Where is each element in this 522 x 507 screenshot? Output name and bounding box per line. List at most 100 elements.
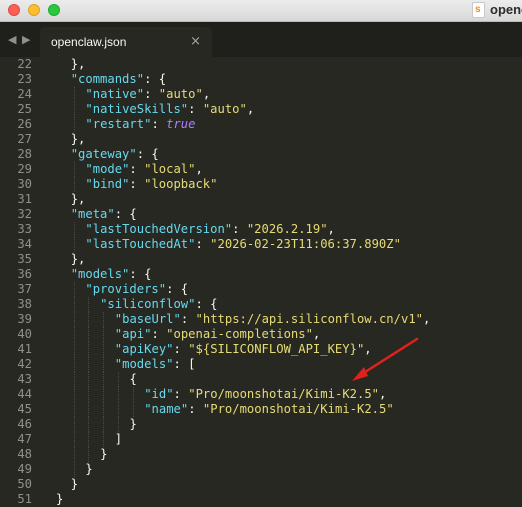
- code-token: "siliconflow": [100, 297, 196, 311]
- code-token: :: [173, 387, 189, 401]
- code-line[interactable]: "lastTouchedVersion": "2026.2.19",: [85, 222, 335, 237]
- code-token: :: [188, 402, 203, 416]
- code-token: ,: [312, 327, 321, 341]
- indent-guide: [73, 432, 75, 447]
- code-line[interactable]: "models": [: [115, 357, 196, 372]
- indent-guide: [73, 102, 75, 117]
- code-line[interactable]: "restart": true: [85, 117, 195, 132]
- indent-guide: [73, 357, 75, 372]
- line-number: 28: [17, 147, 32, 161]
- minimize-window-button[interactable]: [28, 4, 40, 16]
- code-token: }: [56, 492, 64, 506]
- code-line[interactable]: }: [130, 417, 137, 432]
- code-line[interactable]: "nativeSkills": "auto",: [85, 102, 254, 117]
- indent-guide: [103, 327, 105, 342]
- code-token: "commands": [70, 72, 145, 86]
- code-line[interactable]: "lastTouchedAt": "2026-02-23T11:06:37.89…: [85, 237, 401, 252]
- code-token: ,: [379, 387, 387, 401]
- indent-guide: [103, 312, 105, 327]
- code-token: ,: [246, 102, 255, 116]
- tab-label: openclaw.json: [51, 35, 127, 49]
- line-number: 29: [17, 162, 32, 176]
- close-window-button[interactable]: [8, 4, 20, 16]
- code-line[interactable]: "mode": "local",: [85, 162, 202, 177]
- code-line[interactable]: "meta": {: [71, 207, 137, 222]
- indent-guide: [73, 297, 75, 312]
- line-number: 35: [17, 252, 32, 266]
- code-line[interactable]: "bind": "loopback": [85, 177, 217, 192]
- code-token: "meta": [70, 207, 115, 221]
- code-line[interactable]: },: [71, 252, 86, 267]
- code-line[interactable]: },: [71, 57, 86, 72]
- code-line[interactable]: "siliconflow": {: [100, 297, 217, 312]
- code-token: },: [70, 132, 86, 146]
- line-number: 32: [17, 207, 32, 221]
- code-token: "Pro/moonshotai/Kimi-K2.5": [202, 402, 394, 416]
- indent-guide: [73, 387, 75, 402]
- line-number: 25: [17, 102, 32, 116]
- code-line[interactable]: },: [71, 192, 86, 207]
- app-icon-letter: s: [475, 4, 481, 15]
- indent-guide: [117, 387, 119, 402]
- code-line[interactable]: "providers": {: [85, 282, 188, 297]
- forward-arrow-icon[interactable]: ▶: [22, 33, 30, 46]
- code-line[interactable]: "apiKey": "${SILICONFLOW_API_KEY}",: [115, 342, 372, 357]
- line-number: 39: [17, 312, 32, 326]
- code-token: "lastTouchedVersion": [85, 222, 233, 236]
- code-line[interactable]: "models": {: [71, 267, 152, 282]
- code-token: "2026-02-23T11:06:37.890Z": [210, 237, 401, 251]
- code-line[interactable]: {: [130, 372, 137, 387]
- code-token: "restart": [85, 117, 152, 131]
- code-token: :: [195, 237, 211, 251]
- code-token: "nativeSkills": [85, 102, 189, 116]
- code-line[interactable]: "api": "openai-completions",: [115, 327, 320, 342]
- title-bar: s openc: [0, 0, 522, 22]
- code-line[interactable]: },: [71, 132, 86, 147]
- code-token: "Pro/moonshotai/Kimi-K2.5": [188, 387, 380, 401]
- code-line[interactable]: }: [100, 447, 107, 462]
- indent-guide: [73, 327, 75, 342]
- code-line[interactable]: "id": "Pro/moonshotai/Kimi-K2.5",: [144, 387, 386, 402]
- code-line[interactable]: "native": "auto",: [85, 87, 210, 102]
- code-line[interactable]: "baseUrl": "https://api.siliconflow.cn/v…: [115, 312, 431, 327]
- indent-guide: [88, 297, 90, 312]
- line-number: 47: [17, 432, 32, 446]
- code-line[interactable]: "gateway": {: [71, 147, 159, 162]
- indent-guide: [88, 417, 90, 432]
- code-token: },: [70, 57, 86, 71]
- code-token: "mode": [85, 162, 130, 176]
- tab-openclaw-json[interactable]: openclaw.json ×: [40, 27, 212, 57]
- zoom-window-button[interactable]: [48, 4, 60, 16]
- code-line[interactable]: }: [85, 462, 92, 477]
- code-token: :: [129, 177, 145, 191]
- code-line[interactable]: "commands": {: [71, 72, 166, 87]
- code-token: "openai-completions": [166, 327, 313, 341]
- line-number: 36: [17, 267, 32, 281]
- code-line[interactable]: ]: [115, 432, 122, 447]
- back-arrow-icon[interactable]: ◀: [8, 33, 16, 46]
- indent-guide: [73, 237, 75, 252]
- code-line[interactable]: }: [71, 477, 78, 492]
- line-number: 31: [17, 192, 32, 206]
- code-token: ,: [202, 87, 211, 101]
- line-number: 41: [17, 342, 32, 356]
- indent-guide: [73, 87, 75, 102]
- indent-guide: [73, 417, 75, 432]
- code-token: true: [166, 117, 196, 131]
- line-number: 46: [17, 417, 32, 431]
- code-token: "models": [70, 267, 130, 281]
- code-token: }: [70, 477, 79, 491]
- line-number: 33: [17, 222, 32, 236]
- code-token: "baseUrl": [114, 312, 181, 326]
- code-token: "providers": [85, 282, 167, 296]
- code-line[interactable]: "name": "Pro/moonshotai/Kimi-K2.5": [144, 402, 394, 417]
- code-token: "auto": [202, 102, 247, 116]
- code-token: {: [129, 372, 137, 386]
- code-token: "api": [114, 327, 152, 341]
- code-token: : {: [136, 147, 159, 161]
- code-line[interactable]: }: [56, 492, 63, 507]
- code-token: "https://api.siliconflow.cn/v1": [195, 312, 423, 326]
- code-editor[interactable]: 22 23 24 25 26 27 28 29 30 31 32 33 34 35 36 37 38 39 40 41…: [0, 57, 522, 506]
- close-tab-icon[interactable]: ×: [190, 34, 201, 49]
- code-token: : {: [166, 282, 189, 296]
